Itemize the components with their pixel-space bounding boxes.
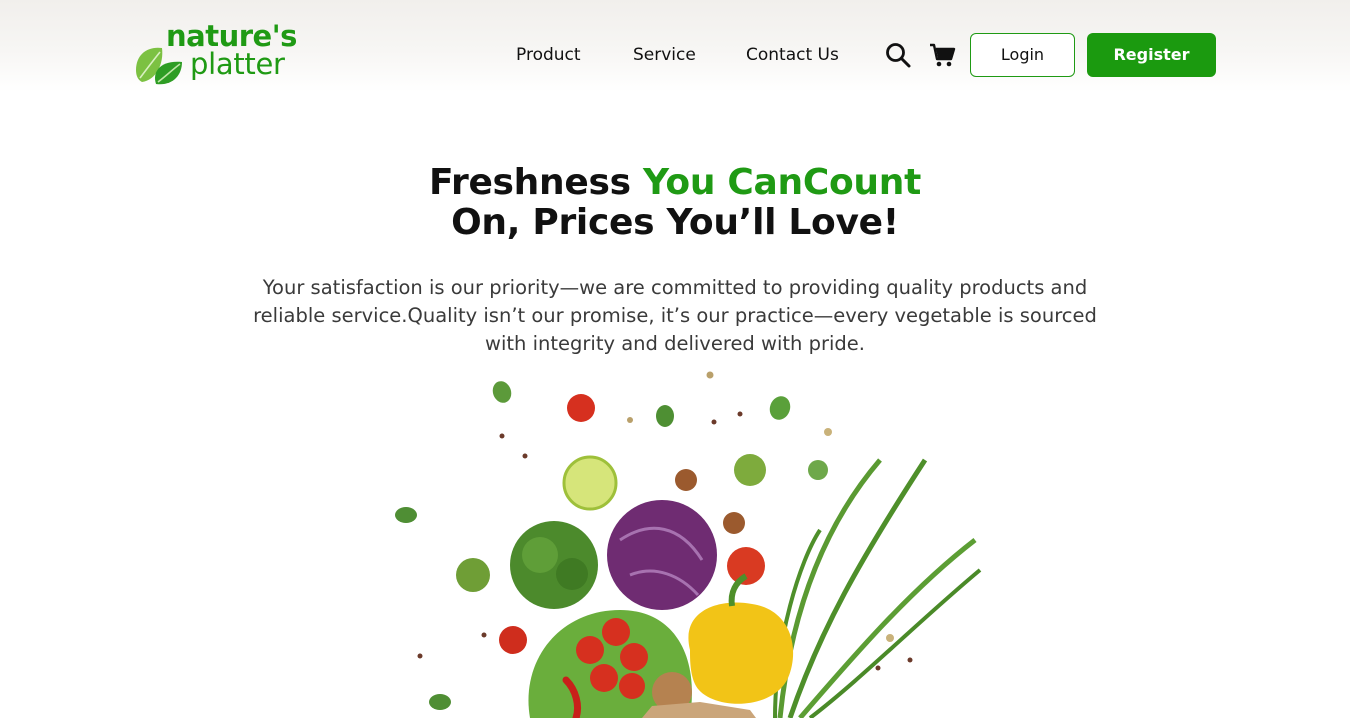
hero-title-accent: You CanCount <box>642 162 921 203</box>
vegetables-illustration <box>395 371 982 718</box>
brand-logo[interactable]: nature's platter <box>134 20 297 86</box>
hero-subtitle: Your satisfaction is our priority—we are… <box>253 276 1097 355</box>
hero-title-line2: On, Prices You’ll Love! <box>451 202 899 243</box>
hero-title: Freshness You CanCount On, Prices You’ll… <box>0 163 1350 243</box>
nav-link-product[interactable]: Product <box>516 40 581 70</box>
search-icon[interactable] <box>884 41 912 69</box>
login-button[interactable]: Login <box>970 33 1075 77</box>
cart-icon[interactable] <box>928 41 956 69</box>
site-header: nature's platter Product Service Contact… <box>0 0 1350 92</box>
register-button[interactable]: Register <box>1087 33 1216 77</box>
hero-title-part1: Freshness <box>429 162 643 203</box>
nav-link-service[interactable]: Service <box>633 40 696 70</box>
brand-line2: platter <box>190 47 285 81</box>
nav-link-contact[interactable]: Contact Us <box>746 40 839 70</box>
